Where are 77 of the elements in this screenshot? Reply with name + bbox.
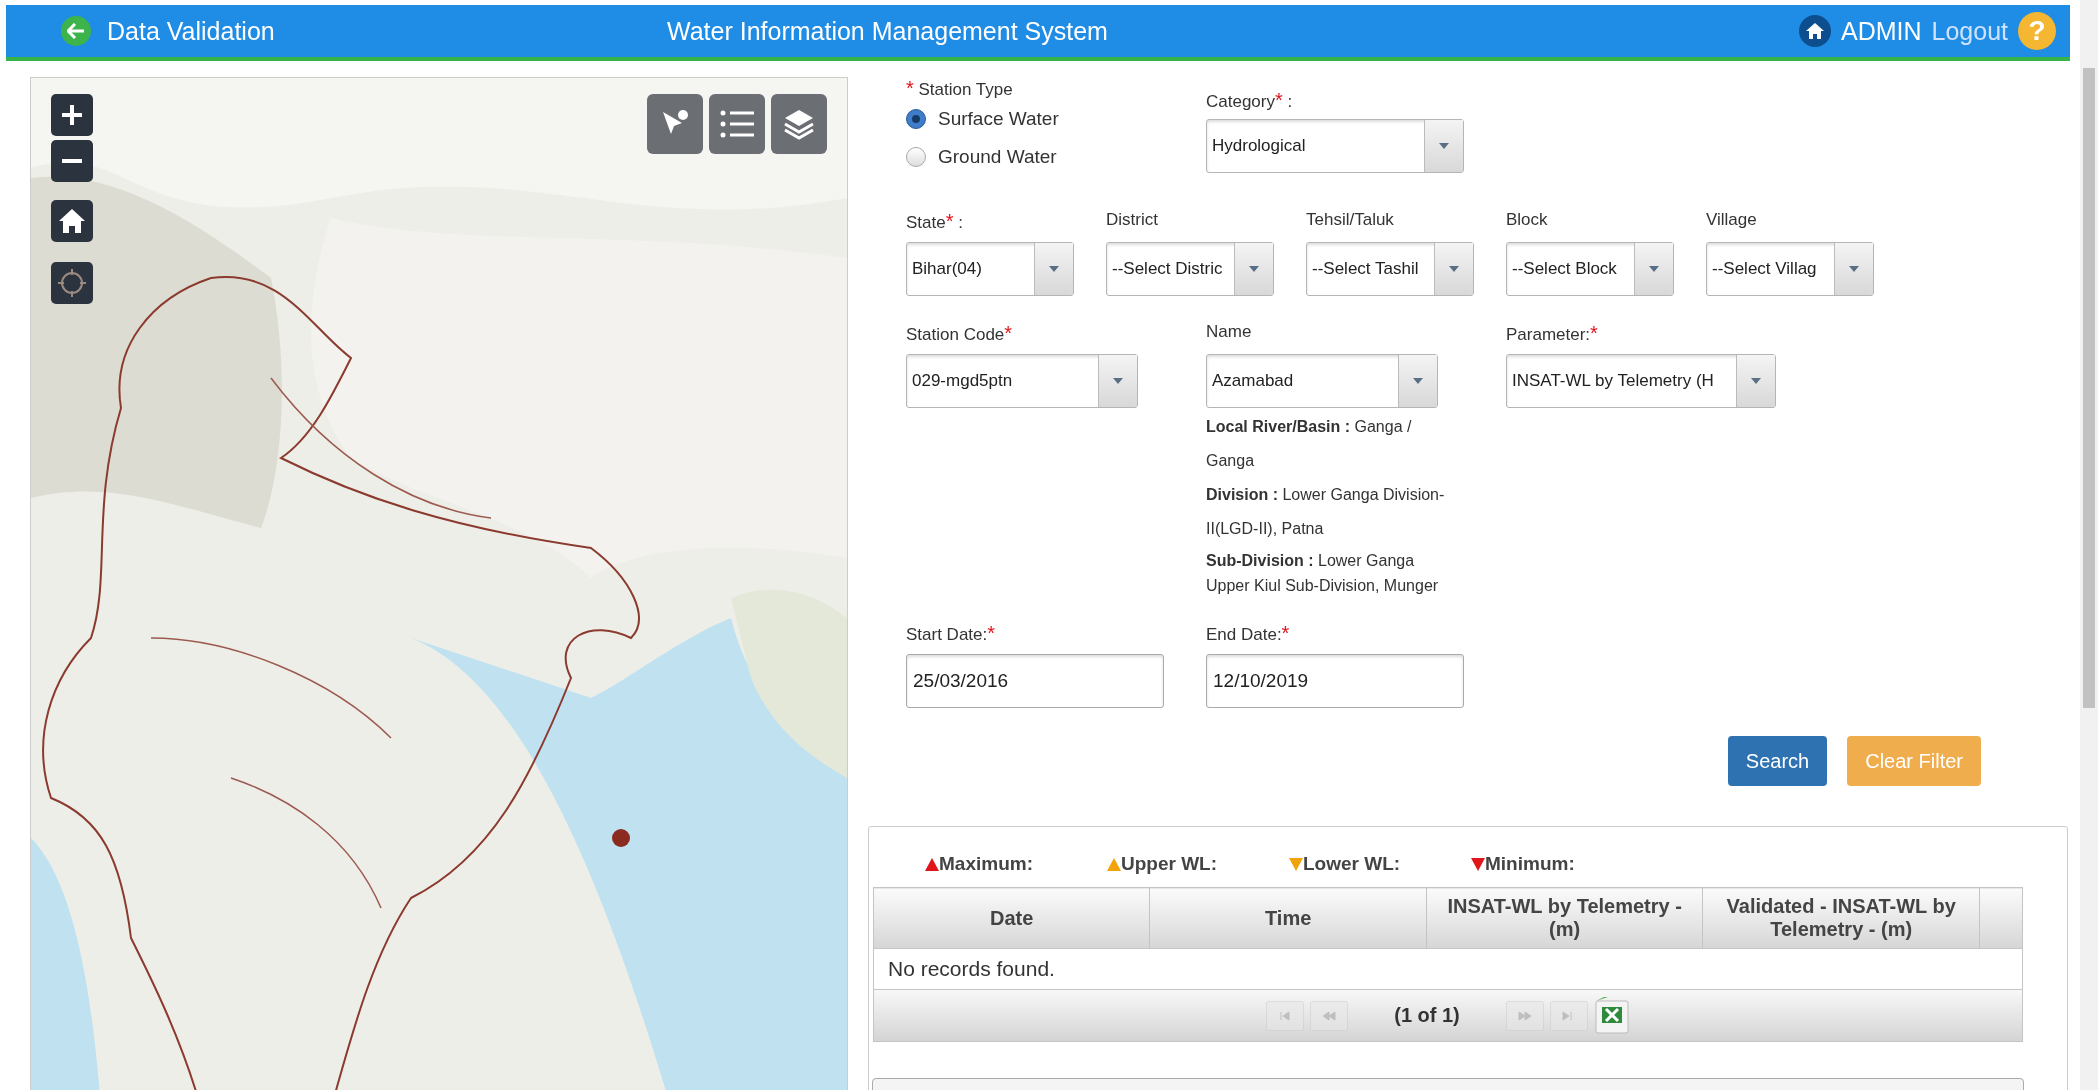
field-label: Category bbox=[1206, 92, 1275, 111]
column-header: Date bbox=[873, 887, 1150, 949]
locate-icon[interactable] bbox=[51, 262, 93, 304]
scrollbar[interactable] bbox=[2080, 0, 2098, 1090]
zoom-in-icon[interactable] bbox=[51, 94, 93, 136]
dropdown[interactable]: --Select Distric bbox=[1106, 242, 1274, 296]
field-label: Name bbox=[1206, 322, 1252, 341]
field-label: District bbox=[1106, 210, 1158, 229]
date-field[interactable]: 12/10/2019 bbox=[1206, 654, 1464, 708]
zoom-out-icon[interactable] bbox=[51, 140, 93, 182]
field-label: State bbox=[906, 213, 946, 232]
field-label: Village bbox=[1706, 210, 1757, 229]
station-info: Local River/Basin : Ganga / Ganga bbox=[1206, 417, 1413, 471]
field-label: Station Code bbox=[906, 325, 1005, 344]
radio-label: Ground Water bbox=[938, 146, 1057, 168]
search-button[interactable]: Search bbox=[1727, 736, 1828, 786]
legend-label: Maximum: bbox=[939, 853, 1033, 875]
field-label: End Date: bbox=[1206, 625, 1282, 644]
field-label: Station Type bbox=[918, 80, 1013, 99]
required-mark: * bbox=[906, 77, 914, 99]
prev-page-icon bbox=[1322, 1009, 1337, 1022]
page-title: Data Validation bbox=[107, 16, 276, 46]
dropdown[interactable]: Hydrological bbox=[1206, 119, 1464, 173]
caret-icon bbox=[1049, 266, 1059, 272]
home-icon[interactable] bbox=[51, 200, 93, 242]
required-mark: * bbox=[987, 622, 996, 644]
layers-icon[interactable] bbox=[771, 94, 827, 154]
field-label: Block bbox=[1506, 210, 1548, 229]
column-header: Validated - INSAT-WL by Telemetry - (m) bbox=[1702, 887, 1980, 949]
required-mark: * bbox=[1281, 622, 1290, 644]
caret-icon bbox=[1751, 378, 1761, 384]
caret-icon bbox=[1413, 378, 1423, 384]
dropdown[interactable]: INSAT-WL by Telemetry (H bbox=[1506, 354, 1776, 408]
radio-button[interactable] bbox=[906, 147, 926, 167]
radio-label: Surface Water bbox=[938, 108, 1059, 130]
caret-icon bbox=[1649, 266, 1659, 272]
dropdown[interactable]: 029-mgd5ptn bbox=[906, 354, 1138, 408]
column-header bbox=[1979, 887, 2023, 949]
home-icon[interactable] bbox=[1798, 15, 1831, 47]
caret-icon bbox=[1249, 266, 1259, 272]
required-mark: * bbox=[945, 210, 954, 232]
dropdown[interactable]: --Select Block bbox=[1506, 242, 1674, 296]
first-page-icon bbox=[1278, 1009, 1293, 1022]
required-mark: * bbox=[1004, 322, 1013, 344]
dropdown[interactable]: Azamabad bbox=[1206, 354, 1438, 408]
caret-icon bbox=[1439, 143, 1449, 149]
dropdown[interactable]: --Select Tashil bbox=[1306, 242, 1474, 296]
date-field[interactable]: 25/03/2016 bbox=[906, 654, 1164, 708]
identify-icon[interactable] bbox=[647, 94, 703, 154]
required-mark: * bbox=[1590, 322, 1598, 344]
dropdown[interactable]: Bihar(04) bbox=[906, 242, 1074, 296]
station-info: Sub-Division : Lower Ganga Upper Kiul Sub-Division, Munger bbox=[1206, 551, 1440, 596]
user-name: ADMIN bbox=[1840, 16, 1922, 46]
spreadsheet-icon[interactable] bbox=[1593, 996, 1630, 1035]
field-label: Tehsil/Taluk bbox=[1306, 210, 1394, 229]
label-suffix: : bbox=[1286, 92, 1293, 111]
back-icon[interactable] bbox=[61, 16, 91, 46]
station-info: Division : Lower Ganga Division-II(LGD-II), Patna bbox=[1206, 485, 1446, 539]
dropdown[interactable]: --Select Villag bbox=[1706, 242, 1874, 296]
list-icon[interactable] bbox=[709, 94, 765, 154]
empty-message: No records found. bbox=[873, 948, 2023, 990]
radio-button[interactable] bbox=[906, 109, 926, 129]
next-page-icon bbox=[1517, 1009, 1532, 1022]
caret-icon bbox=[1113, 378, 1123, 384]
app-title: Water Information Management System bbox=[667, 16, 1109, 46]
column-header: INSAT-WL by Telemetry - (m) bbox=[1426, 887, 1703, 949]
field-label: Start Date: bbox=[906, 625, 988, 644]
required-mark: * bbox=[1275, 89, 1283, 111]
column-header: Time bbox=[1149, 887, 1427, 949]
legend-label: Minimum: bbox=[1485, 853, 1575, 875]
legend-label: Lower WL: bbox=[1303, 853, 1401, 875]
page-report: (1 of 1) bbox=[1394, 1004, 1460, 1027]
caret-icon bbox=[1449, 266, 1459, 272]
field-label: Parameter: bbox=[1506, 325, 1591, 344]
legend-label: Upper WL: bbox=[1121, 853, 1218, 875]
caret-icon bbox=[1849, 266, 1859, 272]
label-suffix: : bbox=[957, 213, 963, 232]
